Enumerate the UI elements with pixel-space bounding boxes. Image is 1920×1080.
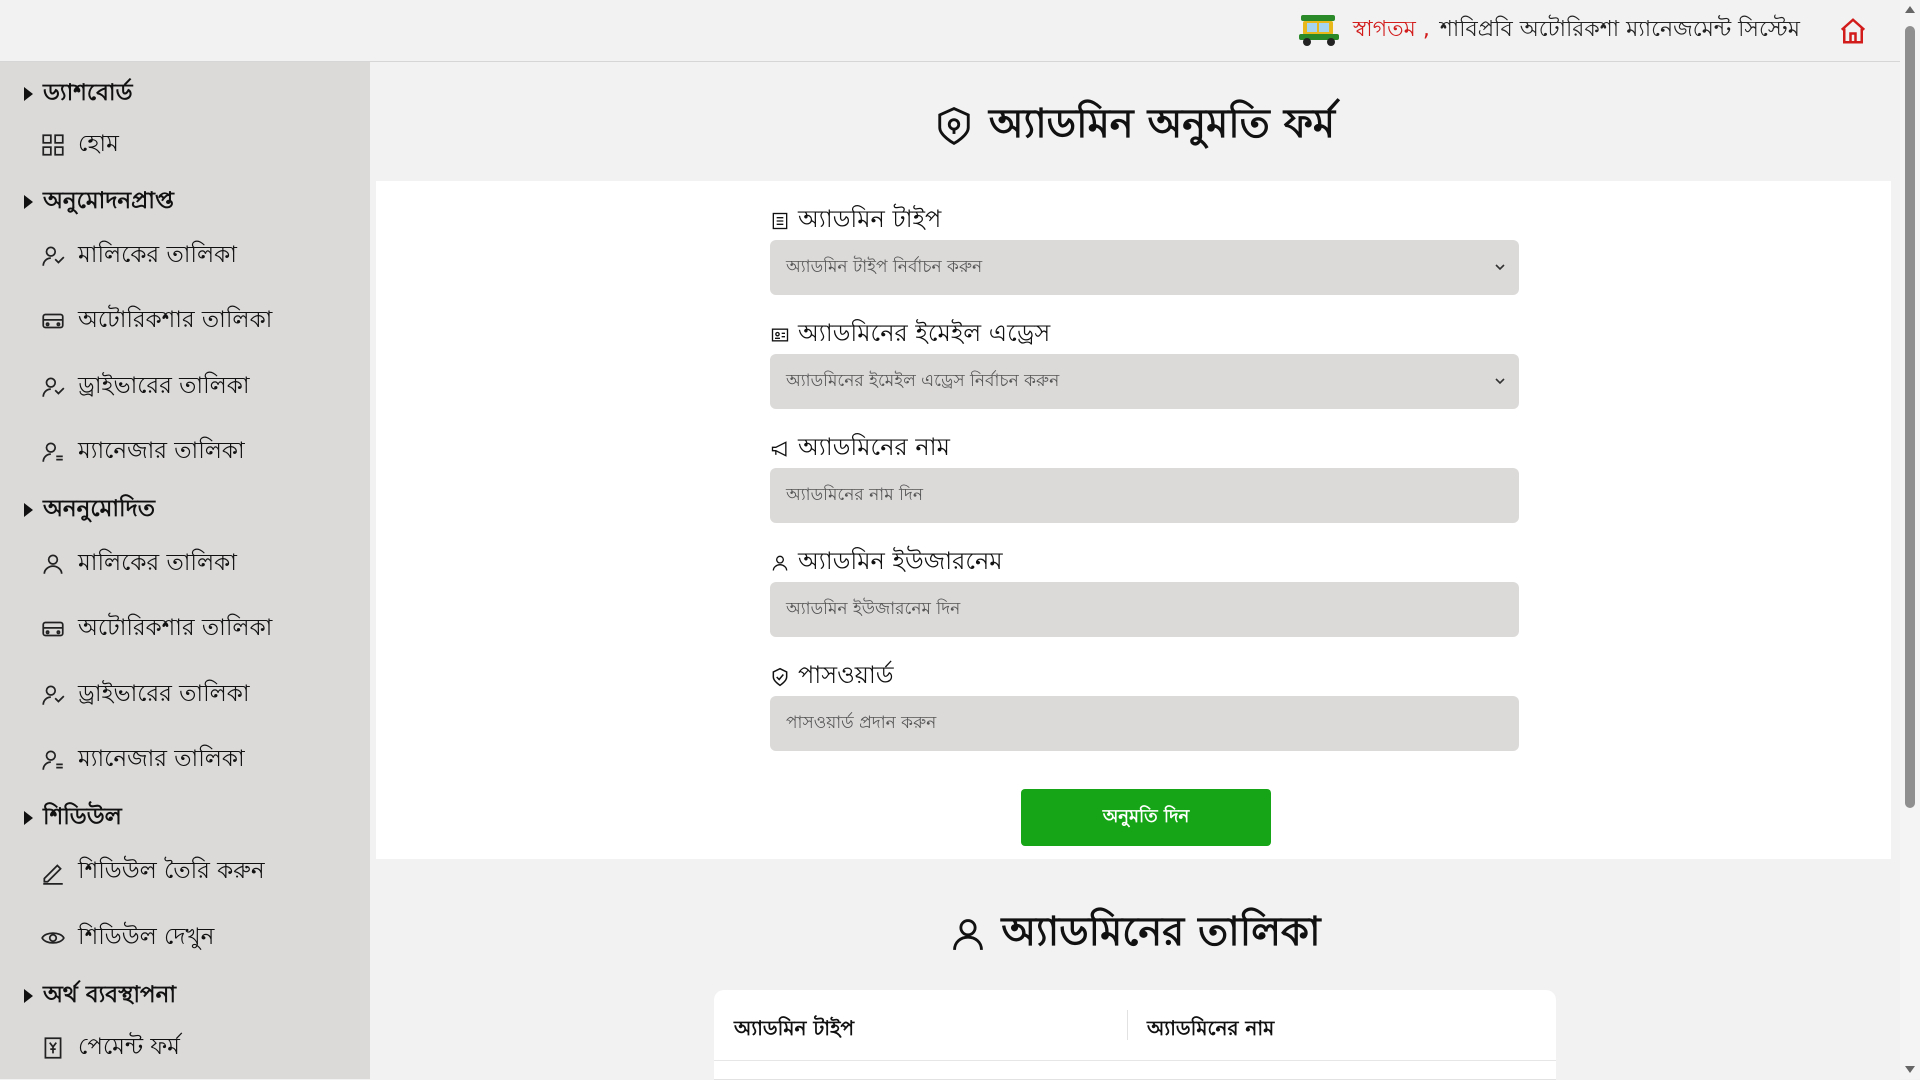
system-name: শাবিপ্রবি অটোরিকশা ম্যানেজমেন্ট সিস্টেম — [1439, 16, 1800, 42]
admin-email-select[interactable]: অ্যাডমিনের ইমেইল এড্রেস নির্বাচন করুন — [770, 354, 1519, 409]
users-icon — [42, 245, 65, 266]
admin-permission-form: অ্যাডমিন টাইপ অ্যাডমিন টাইপ নির্বাচন করু… — [376, 181, 1891, 859]
sidebar-item-create-schedule[interactable]: শিডিউল তৈরি করুন — [40, 852, 265, 891]
sidebar-item-view-schedule[interactable]: শিডিউল দেখুন — [40, 918, 214, 957]
caret-right-icon — [24, 86, 33, 101]
pencil-icon — [43, 863, 63, 885]
password-input[interactable]: পাসওয়ার্ড প্রদান করুন — [770, 696, 1519, 751]
admin-name-input[interactable]: অ্যাডমিনের নাম দিন — [770, 468, 1519, 523]
sidebar-item-approved-managers[interactable]: ম্যানেজার তালিকা — [40, 432, 245, 471]
sidebar: ড্যাশবোর্ড হোম অনুমোদনপ্রাপ্ত মালিকের তা… — [0, 62, 370, 1079]
chevron-down-icon — [1495, 264, 1505, 271]
top-header: স্বাগতম , শাবিপ্রবি অটোরিকশা ম্যানেজমেন্… — [0, 0, 1900, 62]
main-content: অ্যাডমিন অনুমতি ফর্ম অ্যাডমিন টাইপ অ্যাড… — [370, 62, 1900, 1080]
id-card-icon — [771, 328, 789, 342]
sidebar-item-unapproved-autorickshaws[interactable]: অটোরিকশার তালিকা — [40, 609, 272, 648]
admin-username-input[interactable]: অ্যাডমিন ইউজারনেম দিন — [770, 582, 1519, 637]
sidebar-item-approved-autorickshaws[interactable]: অটোরিকশার তালিকা — [40, 301, 272, 340]
sidebar-section-dashboard[interactable]: ড্যাশবোর্ড — [24, 74, 133, 113]
eye-icon — [41, 931, 65, 944]
header-divider — [714, 1060, 1556, 1061]
welcome-text: স্বাগতম , — [1352, 16, 1430, 42]
welcome-area: স্বাগতম , শাবিপ্রবি অটোরিকশা ম্যানেজমেন্… — [1295, 14, 1800, 46]
admin-type-select[interactable]: অ্যাডমিন টাইপ নির্বাচন করুন — [770, 240, 1519, 295]
column-header-admin-type[interactable]: অ্যাডমিন টাইপ — [734, 1014, 854, 1047]
caret-right-icon — [24, 502, 33, 517]
sidebar-section-schedule[interactable]: শিডিউল — [24, 798, 122, 837]
column-divider — [1127, 1010, 1128, 1040]
scroll-up-arrow-icon[interactable] — [1905, 6, 1915, 13]
sidebar-item-unapproved-owners[interactable]: মালিকের তালিকা — [40, 544, 237, 583]
user-icon — [43, 553, 63, 574]
admin-name-label: অ্যাডমিনের নাম — [770, 429, 950, 469]
users-icon — [42, 376, 65, 397]
sidebar-item-approved-drivers[interactable]: ড্রাইভারের তালিকা — [40, 367, 250, 406]
admin-email-label: অ্যাডমিনের ইমেইল এড্রেস — [770, 315, 1050, 355]
column-header-admin-name[interactable]: অ্যাডমিনের নাম — [1147, 1014, 1274, 1047]
rickshaw-logo — [1298, 15, 1339, 46]
vehicle-icon — [42, 621, 64, 636]
scroll-down-arrow-icon[interactable] — [1905, 1066, 1915, 1073]
sidebar-item-approved-owners[interactable]: মালিকের তালিকা — [40, 236, 237, 275]
sidebar-section-unapproved[interactable]: অননুমোদিত — [24, 490, 155, 529]
password-label: পাসওয়ার্ড — [770, 657, 894, 697]
chevron-down-icon — [1495, 378, 1505, 385]
grid-icon — [42, 133, 64, 156]
sidebar-section-finance[interactable]: অর্থ ব্যবস্থাপনা — [24, 976, 176, 1015]
home-icon[interactable] — [1838, 16, 1868, 46]
admin-list-title: অ্যাডমিনের তালিকা — [370, 900, 1900, 967]
user-settings-icon — [42, 441, 63, 462]
sidebar-item-unapproved-managers[interactable]: ম্যানেজার তালিকা — [40, 740, 245, 779]
user-icon — [953, 918, 984, 950]
caret-right-icon — [24, 194, 33, 209]
sidebar-item-home[interactable]: হোম — [40, 125, 119, 164]
list-icon — [772, 212, 788, 230]
shield-icon — [938, 106, 970, 145]
scroll-thumb[interactable] — [1905, 26, 1915, 808]
yen-receipt-icon — [44, 1036, 62, 1059]
caret-right-icon — [24, 810, 33, 825]
admin-type-label: অ্যাডমিন টাইপ — [770, 201, 941, 241]
form-title: অ্যাডমিন অনুমতি ফর্ম — [370, 92, 1900, 159]
sidebar-item-payment-form[interactable]: পেমেন্ট ফর্ম — [40, 1028, 180, 1067]
user-icon — [772, 555, 788, 571]
user-settings-icon — [42, 749, 63, 770]
megaphone-icon — [771, 441, 787, 457]
grant-permission-button[interactable]: অনুমতি দিন — [1021, 789, 1271, 846]
caret-right-icon — [24, 988, 33, 1003]
page-scrollbar[interactable] — [1900, 0, 1920, 1079]
admin-username-label: অ্যাডমিন ইউজারনেম — [770, 543, 1003, 583]
admin-table: অ্যাডমিন টাইপ অ্যাডমিনের নাম — [714, 990, 1556, 1080]
users-icon — [42, 684, 65, 705]
sidebar-item-unapproved-drivers[interactable]: ড্রাইভারের তালিকা — [40, 675, 250, 714]
shield-check-icon — [772, 667, 788, 687]
sidebar-section-approved[interactable]: অনুমোদনপ্রাপ্ত — [24, 182, 174, 221]
vehicle-icon — [42, 313, 64, 328]
